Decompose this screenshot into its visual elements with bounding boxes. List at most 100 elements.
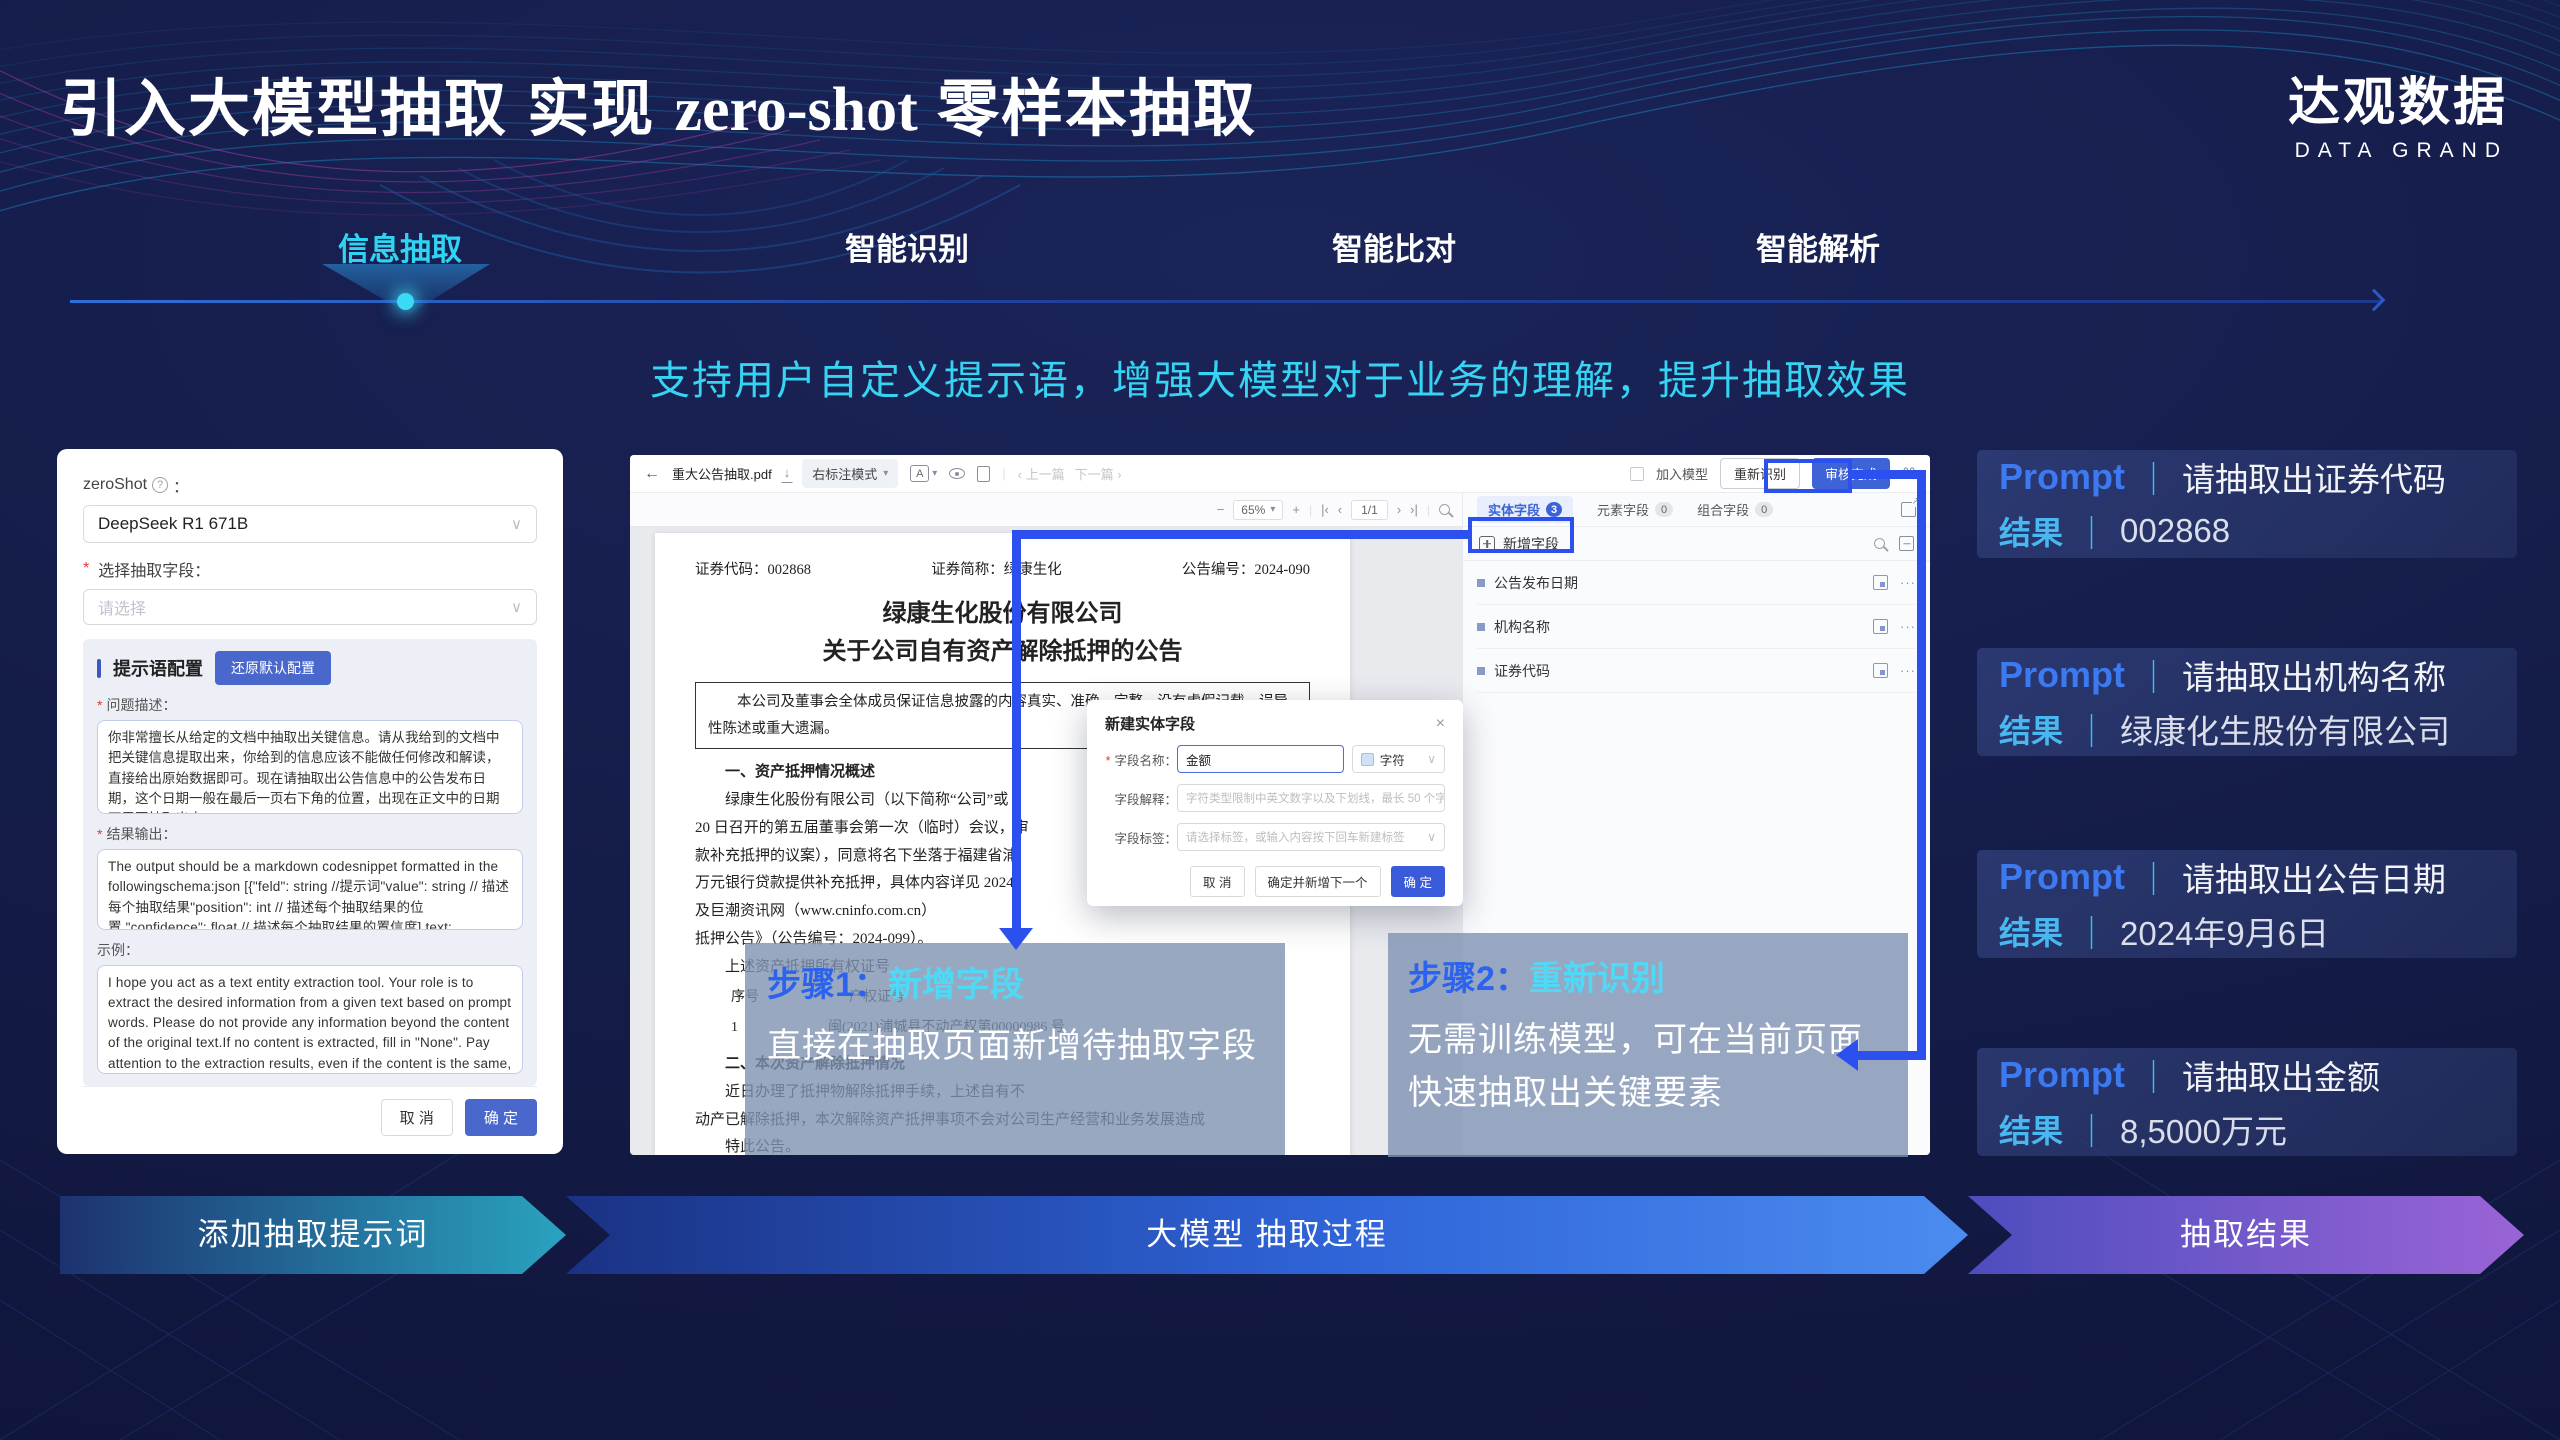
type-color-icon (1361, 753, 1374, 766)
field-name: 证券代码 (1494, 661, 1550, 681)
modal-cancel-button[interactable]: 取 消 (1190, 866, 1244, 897)
locate-region-icon[interactable] (1873, 619, 1888, 634)
field-row-announce-date[interactable]: 公告发布日期 ··· (1477, 561, 1916, 605)
tab-element-fields[interactable]: 元素字段 0 (1597, 500, 1673, 519)
zoom-out-button[interactable]: − (1217, 502, 1225, 517)
logo-en-text: DATA GRAND (2288, 139, 2508, 163)
download-icon[interactable]: ↓ (784, 465, 791, 482)
field-explain-label: 字段解释： (1105, 789, 1177, 808)
zoom-in-button[interactable]: + (1292, 502, 1300, 517)
combo-count-badge: 0 (1755, 502, 1773, 517)
result-label: 结果 (1999, 706, 2063, 752)
restore-default-button[interactable]: 还原默认配置 (215, 651, 331, 685)
next-icon: › (1117, 467, 1121, 482)
viewer-divider: | (1309, 503, 1312, 517)
back-icon[interactable]: ← (644, 465, 660, 483)
bullet-icon (1477, 579, 1485, 587)
more-icon[interactable]: ··· (1900, 619, 1916, 634)
entity-count-badge: 3 (1546, 502, 1562, 517)
next-doc-button[interactable]: 下一篇 › (1075, 464, 1122, 483)
prev-doc-button[interactable]: ‹ 上一篇 (1018, 464, 1065, 483)
separator: ｜ (2137, 651, 2170, 699)
field-tag-placeholder: 请选择标签，或输入内容按下回车新建标签 (1186, 829, 1405, 845)
model-select-value: DeepSeek R1 671B (98, 514, 248, 534)
question-textarea[interactable]: 你非常擅长从给定的文档中抽取出关键信息。请从我给到的文档中把关键信息提取出来，你… (97, 720, 523, 814)
example-textarea[interactable]: I hope you act as a text entity extracti… (97, 965, 523, 1074)
model-label-colon: ： (173, 473, 189, 497)
view-icon[interactable] (949, 468, 965, 479)
tab-element-label: 元素字段 (1597, 500, 1649, 519)
prev-page-button[interactable]: ‹ (1338, 502, 1342, 517)
close-icon[interactable]: × (1436, 715, 1445, 733)
locate-region-icon[interactable] (1873, 663, 1888, 678)
doc-announce-no: 公告编号：2024-090 (1182, 557, 1310, 584)
separator: ｜ (2075, 507, 2108, 555)
highlight-box-reidentify (1764, 459, 1852, 493)
arrow2-connector-bottom (1858, 1051, 1926, 1060)
search-icon[interactable] (1439, 504, 1450, 515)
output-textarea[interactable]: The output should be a markdown codesnip… (97, 849, 523, 930)
tab-smart-compare[interactable]: 智能比对 (1332, 224, 1456, 269)
collapse-icon[interactable] (1899, 536, 1914, 551)
last-page-button[interactable]: ›| (1410, 502, 1418, 517)
field-type-select[interactable]: 字符 ∨ (1352, 745, 1445, 773)
export-icon[interactable]: ↗ (1901, 502, 1916, 517)
tab-info-extraction[interactable]: 信息抽取 (338, 224, 462, 269)
cancel-button[interactable]: 取 消 (381, 1099, 453, 1136)
join-model-checkbox[interactable] (1630, 467, 1644, 481)
zoom-level-select[interactable]: 65% ▾ (1233, 500, 1283, 520)
viewer-toolbar: − 65% ▾ + | |‹ ‹ 1/1 › ›| | (630, 493, 1462, 527)
field-name: 公告发布日期 (1494, 573, 1578, 593)
tab-combo-fields[interactable]: 组合字段 0 (1697, 500, 1773, 519)
tool-toolbar: ← 重大公告抽取.pdf ↓ 右标注模式 ▾ A ▾ | ‹ 上一篇 下一篇 ›… (630, 455, 1930, 493)
arrow1-connector (1012, 530, 1468, 539)
help-icon[interactable]: ? (152, 477, 168, 493)
locate-region-icon[interactable] (1873, 575, 1888, 590)
search-fields-icon[interactable] (1874, 538, 1885, 549)
field-select[interactable]: 请选择 ∨ (83, 589, 537, 625)
doc-sec-code: 证券代码：002868 (695, 557, 811, 584)
field-row-org-name[interactable]: 机构名称 ··· (1477, 605, 1916, 649)
field-row-sec-code[interactable]: 证券代码 ··· (1477, 649, 1916, 693)
model-label-text: zeroShot (83, 476, 147, 494)
tab-smart-recognition[interactable]: 智能识别 (845, 224, 969, 269)
zeroshot-config-panel: zeroShot ? ： DeepSeek R1 671B ∨ * 选择抽取字段… (57, 449, 563, 1154)
font-tool-button[interactable]: A ▾ (910, 465, 937, 482)
more-icon[interactable]: ··· (1900, 575, 1916, 590)
doc-pager: ‹ 上一篇 下一篇 › (1018, 464, 1122, 483)
field-tag-select[interactable]: 请选择标签，或输入内容按下回车新建标签 ∨ (1177, 823, 1445, 851)
tab-smart-parse[interactable]: 智能解析 (1756, 224, 1880, 269)
prompt-card-1: Prompt ｜ 请抽取出证券代码 结果 ｜ 002868 (1977, 450, 2517, 558)
modal-title: 新建实体字段 (1105, 713, 1195, 734)
doc-subtitle: 关于公司自有资产解除抵押的公告 (695, 634, 1310, 670)
page-icon[interactable] (977, 466, 990, 482)
arrow2-head-icon (1836, 1039, 1858, 1071)
first-page-button[interactable]: |‹ (1321, 502, 1329, 517)
modal-confirm-button[interactable]: 确 定 (1391, 866, 1445, 897)
separator: ｜ (2137, 853, 2170, 901)
chevron-down-icon: ∨ (511, 598, 522, 616)
prompt-text: 请抽取出机构名称 (2182, 651, 2446, 699)
progress-line (70, 300, 2382, 303)
flow-banner-add-prompt: 添加抽取提示词 (60, 1196, 566, 1274)
result-text: 2024年9月6日 (2120, 907, 2329, 955)
step2-description: 无需训练模型，可在当前页面快速抽取出关键要素 (1408, 1014, 1888, 1119)
arrow2-line (1917, 470, 1926, 1060)
step2-prefix: 步骤2： (1408, 960, 1529, 998)
next-page-button[interactable]: › (1397, 502, 1401, 517)
subtitle: 支持用户自定义提示语，增强大模型对于业务的理解，提升抽取效果 (0, 348, 2560, 406)
step1-description: 直接在抽取页面新增待抽取字段 (767, 1020, 1263, 1073)
confirm-button[interactable]: 确 定 (465, 1099, 537, 1136)
model-select[interactable]: DeepSeek R1 671B ∨ (83, 505, 537, 543)
prompt-text: 请抽取出公告日期 (2182, 853, 2446, 901)
result-text: 8,5000万元 (2120, 1105, 2287, 1153)
field-name-input[interactable]: 金额 (1177, 745, 1344, 773)
annotate-mode-button[interactable]: 右标注模式 ▾ (802, 459, 898, 488)
prompt-card-3: Prompt ｜ 请抽取出公告日期 结果 ｜ 2024年9月6日 (1977, 850, 2517, 958)
modal-confirm-next-button[interactable]: 确定并新增下一个 (1255, 866, 1381, 897)
question-label: *问题描述： (97, 695, 523, 715)
field-explain-input[interactable]: 字符类型限制中英文数字以及下划线，最长 50 个字符 (1177, 784, 1445, 812)
separator: ｜ (2137, 1051, 2170, 1099)
step2-overlay: 步骤2：重新识别 无需训练模型，可在当前页面快速抽取出关键要素 (1388, 933, 1908, 1157)
more-icon[interactable]: ··· (1900, 663, 1916, 678)
